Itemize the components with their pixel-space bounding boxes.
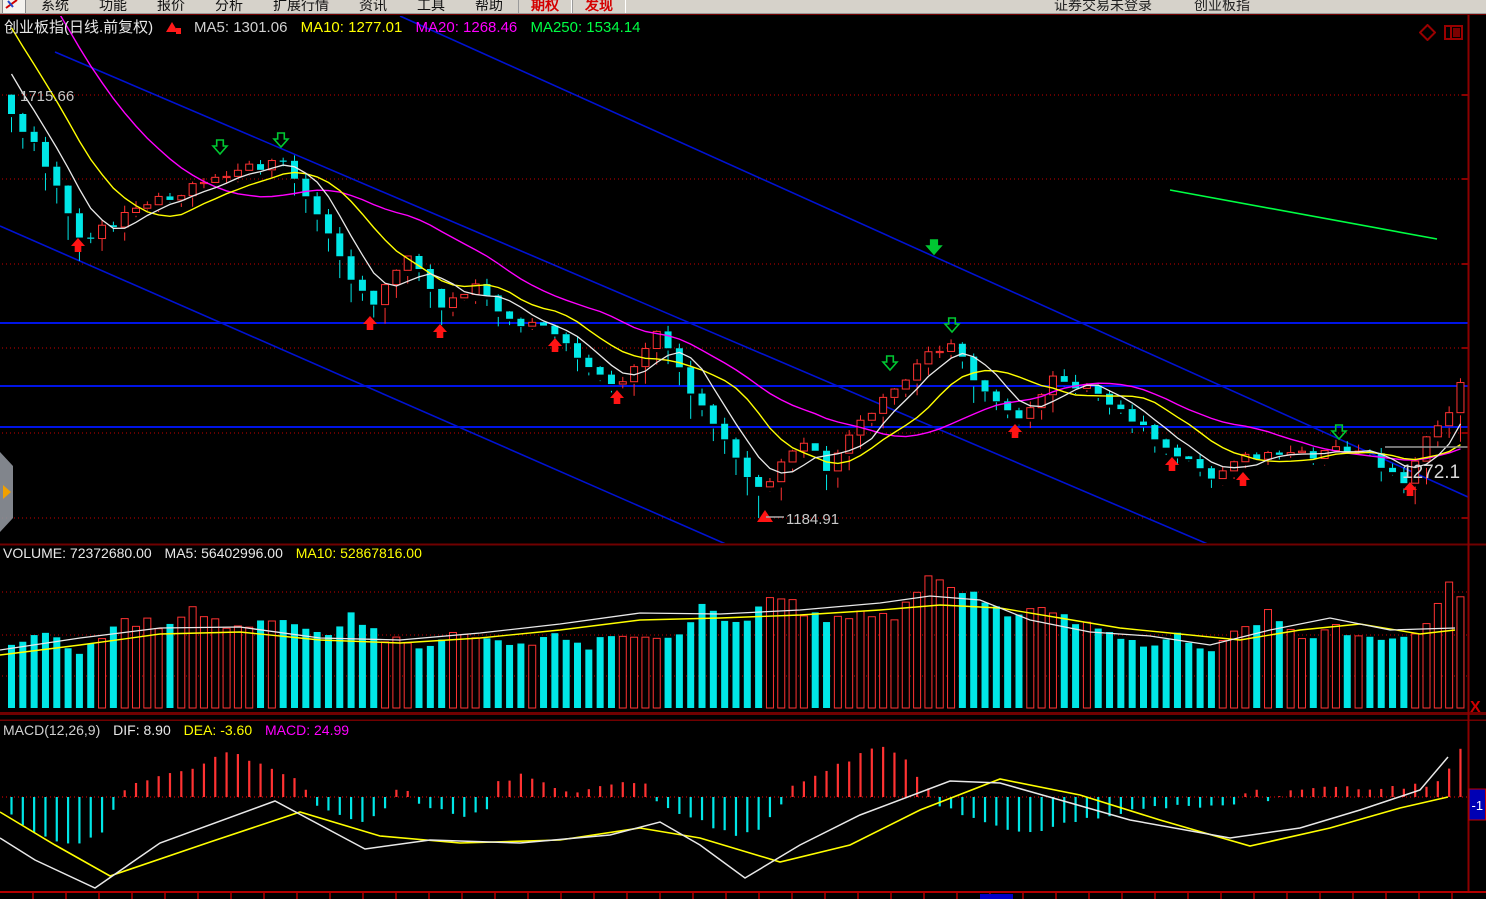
dif-value: DIF: 8.90 — [113, 722, 171, 738]
diamond-icon[interactable] — [1419, 24, 1436, 41]
ma20-value: MA20: 1268.46 — [416, 19, 518, 36]
macd-scale-badge-label: -1 — [1472, 798, 1484, 813]
menu-button-discover[interactable]: 发现 — [572, 0, 626, 14]
sell-arrow-icon — [883, 356, 897, 370]
menu-item-extended-quotes[interactable]: 扩展行情 — [258, 0, 344, 14]
volume-ma5-value: MA5: 56402996.00 — [165, 545, 283, 561]
price-tag-label: 1272.1 — [1402, 462, 1460, 483]
app-window: { "menu": { "items": ["系统","功能","报价","分析… — [0, 0, 1486, 899]
menu-item-analysis[interactable]: 分析 — [200, 0, 258, 14]
buy-arrow-icon — [433, 324, 447, 338]
buy-arrow-icon — [1165, 457, 1179, 471]
menu-item-function[interactable]: 功能 — [84, 0, 142, 14]
candles-layer — [8, 94, 1464, 518]
symbol-title: 创业板指(日线.前复权) — [4, 19, 153, 36]
buy-arrow-icon — [548, 338, 562, 352]
menu-item-help[interactable]: 帮助 — [460, 0, 518, 14]
app-logo-icon[interactable] — [2, 0, 26, 14]
menu-item-news[interactable]: 资讯 — [344, 0, 402, 14]
high-price-label: 1715.66 — [20, 88, 74, 105]
bottom-axis-marker — [980, 894, 1013, 899]
menu-item-tools[interactable]: 工具 — [402, 0, 460, 14]
buy-arrow-icon — [71, 238, 85, 252]
signal-markers — [71, 133, 1417, 496]
sell-arrow-icon — [274, 133, 288, 147]
ma250-value: MA250: 1534.14 — [530, 19, 640, 36]
sell-arrow-icon — [927, 240, 941, 254]
main-chart-canvas[interactable]: 1715.66 1184.91 1272.1 X -1 — [0, 0, 1486, 899]
up-arrow-icon-stem — [176, 28, 181, 34]
right-margin-widgets: X -1 — [1469, 699, 1486, 820]
status-current-symbol: 创业板指 — [1194, 0, 1250, 14]
macd-value: MACD: 24.99 — [265, 722, 349, 738]
low-price-label: 1184.91 — [786, 511, 839, 528]
volume-header: VOLUME: 72372680.00 MA5: 56402996.00 MA1… — [3, 545, 431, 561]
macd-header: MACD(12,26,9) DIF: 8.90 DEA: -3.60 MACD:… — [3, 722, 358, 738]
bottom-axis — [33, 893, 1452, 899]
volume-bars — [8, 576, 1464, 708]
status-trade-login[interactable]: 证券交易未登录 — [1054, 0, 1152, 14]
macd-pane — [0, 747, 1469, 888]
macd-params: MACD(12,26,9) — [3, 722, 100, 738]
menu-button-options[interactable]: 期权 — [518, 0, 572, 14]
ma5-value: MA5: 1301.06 — [194, 19, 287, 36]
buy-arrow-icon — [363, 316, 377, 330]
menu-bar: 系统 功能 报价 分析 扩展行情 资讯 工具 帮助 期权 发现 证券交易未登录 … — [0, 0, 1486, 14]
menu-item-system[interactable]: 系统 — [26, 0, 84, 14]
buy-arrow-icon — [1236, 472, 1250, 486]
menu-item-quotes[interactable]: 报价 — [142, 0, 200, 14]
volume-value: VOLUME: 72372680.00 — [3, 545, 152, 561]
chart-header: 创业板指(日线.前复权) MA5: 1301.06 MA10: 1277.01 … — [4, 16, 650, 37]
buy-arrow-icon — [610, 390, 624, 404]
sell-arrow-icon — [213, 140, 227, 154]
dea-value: DEA: -3.60 — [184, 722, 252, 738]
sell-arrow-icon — [945, 318, 959, 332]
ma10-value: MA10: 1277.01 — [301, 19, 403, 36]
split-window-icon[interactable] — [1444, 25, 1464, 41]
volume-ma10-value: MA10: 52867816.00 — [296, 545, 422, 561]
left-panel-handle[interactable] — [0, 452, 13, 532]
price-ma-lines — [12, 0, 1461, 473]
close-x-button[interactable]: X — [1470, 699, 1481, 716]
